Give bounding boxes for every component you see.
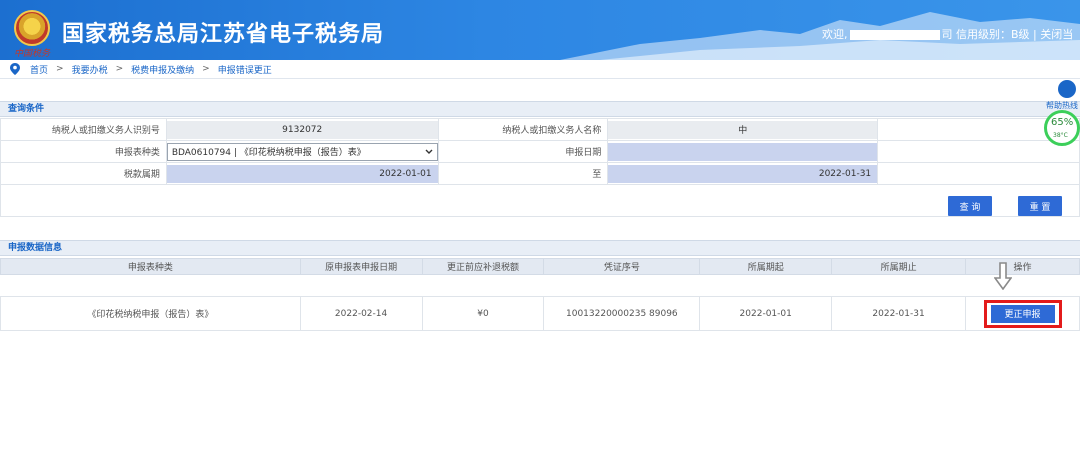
report-date-label: 申报日期	[437, 140, 609, 163]
location-pin-icon	[10, 63, 20, 75]
query-form: 纳税人或扣缴义务人识别号 9132072 纳税人或扣缴义务人名称 中 申报表种类…	[0, 118, 1080, 217]
breadcrumb-home[interactable]: 首页	[30, 63, 48, 76]
gauge-percent: 65%	[1051, 117, 1074, 128]
close-link[interactable]: 关闭当	[1040, 28, 1073, 41]
breadcrumb: 首页 > 我要办税 > 税费申报及缴纳 > 申报错误更正	[10, 62, 272, 76]
column-header: 所属期起	[699, 258, 833, 275]
results-section-title: 申报数据信息	[0, 240, 1080, 256]
gauge-temp: 38°C	[1053, 132, 1068, 139]
period-label: 税款属期	[0, 162, 167, 185]
breadcrumb-separator: >	[56, 64, 64, 74]
table-row: 《印花税纳税申报（报告）表》 2022-02-14 ¥0 10013220000…	[0, 296, 1080, 331]
welcome-tail: 司	[941, 28, 953, 41]
emblem-caption: 中国税务	[14, 49, 51, 59]
cell-orig-date: 2022-02-14	[299, 296, 423, 331]
breadcrumb-divider	[0, 78, 1080, 79]
header-separator: |	[1033, 28, 1037, 41]
down-arrow-icon	[994, 262, 1012, 290]
form-type-label: 申报表种类	[0, 140, 167, 163]
highlight-box: 更正申报	[983, 299, 1062, 328]
breadcrumb-current: 申报错误更正	[217, 65, 272, 76]
column-header: 更正前应补退税额	[421, 258, 545, 275]
column-header: 申报表种类	[0, 258, 301, 275]
column-header: 所属期止	[831, 258, 966, 275]
column-header: 操作	[965, 258, 1080, 275]
form-type-value: BDA0610794 | 《印花税纳税申报（报告）表》	[171, 148, 366, 158]
period-end-field[interactable]: 2022-01-31	[608, 164, 878, 183]
column-header: 凭证序号	[543, 258, 701, 275]
period-start-field[interactable]: 2022-01-01	[166, 164, 438, 183]
form-type-select[interactable]: BDA0610794 | 《印花税纳税申报（报告）表》	[166, 142, 438, 161]
report-date-field[interactable]	[608, 142, 878, 161]
tax-emblem-icon	[14, 10, 50, 46]
performance-gauge[interactable]: 65% 38°C	[1044, 110, 1080, 146]
taxpayer-name-field[interactable]: 中	[608, 120, 878, 139]
taxpayer-id-field[interactable]: 9132072	[166, 120, 438, 139]
table-header-row: 申报表种类 原申报表申报日期 更正前应补退税额 凭证序号 所属期起 所属期止 操…	[0, 258, 1080, 275]
customer-service-icon[interactable]	[1058, 80, 1076, 98]
breadcrumb-separator: >	[115, 64, 124, 74]
cell-end: 2022-01-31	[831, 296, 966, 331]
correct-filing-button[interactable]: 更正申报	[990, 304, 1055, 323]
cell-start: 2022-01-01	[699, 296, 833, 331]
results-table: 申报表种类 原申报表申报日期 更正前应补退税额 凭证序号 所属期起 所属期止 操…	[0, 258, 1080, 331]
welcome-text: 欢迎,	[822, 28, 848, 41]
credit-level: 信用级别：B级	[956, 28, 1030, 41]
breadcrumb-filing[interactable]: 税费申报及缴纳	[131, 63, 194, 76]
query-section-title: 查询条件	[0, 101, 1080, 117]
reset-button[interactable]: 重 置	[1018, 196, 1062, 216]
cell-amount: ¥0	[421, 296, 545, 331]
chevron-down-icon	[425, 149, 433, 154]
breadcrumb-separator: >	[202, 64, 210, 74]
user-info-bar: 欢迎, 司 信用级别：B级 | 关闭当	[822, 26, 1073, 42]
taxpayer-name-label: 纳税人或扣缴义务人名称	[437, 118, 609, 141]
taxpayer-id-label: 纳税人或扣缴义务人识别号	[0, 118, 167, 141]
site-header: 中国税务 国家税务总局江苏省电子税务局 欢迎, 司 信用级别：B级 | 关闭当	[0, 0, 1080, 60]
cell-form: 《印花税纳税申报（报告）表》	[0, 296, 301, 331]
column-header: 原申报表申报日期	[299, 258, 423, 275]
search-button[interactable]: 查 询	[948, 196, 992, 216]
period-to-label: 至	[437, 162, 609, 185]
cell-voucher: 10013220000235 89096	[543, 296, 701, 331]
site-title: 国家税务总局江苏省电子税务局	[62, 22, 385, 47]
breadcrumb-tax[interactable]: 我要办税	[72, 63, 108, 76]
redacted-username	[849, 30, 940, 40]
